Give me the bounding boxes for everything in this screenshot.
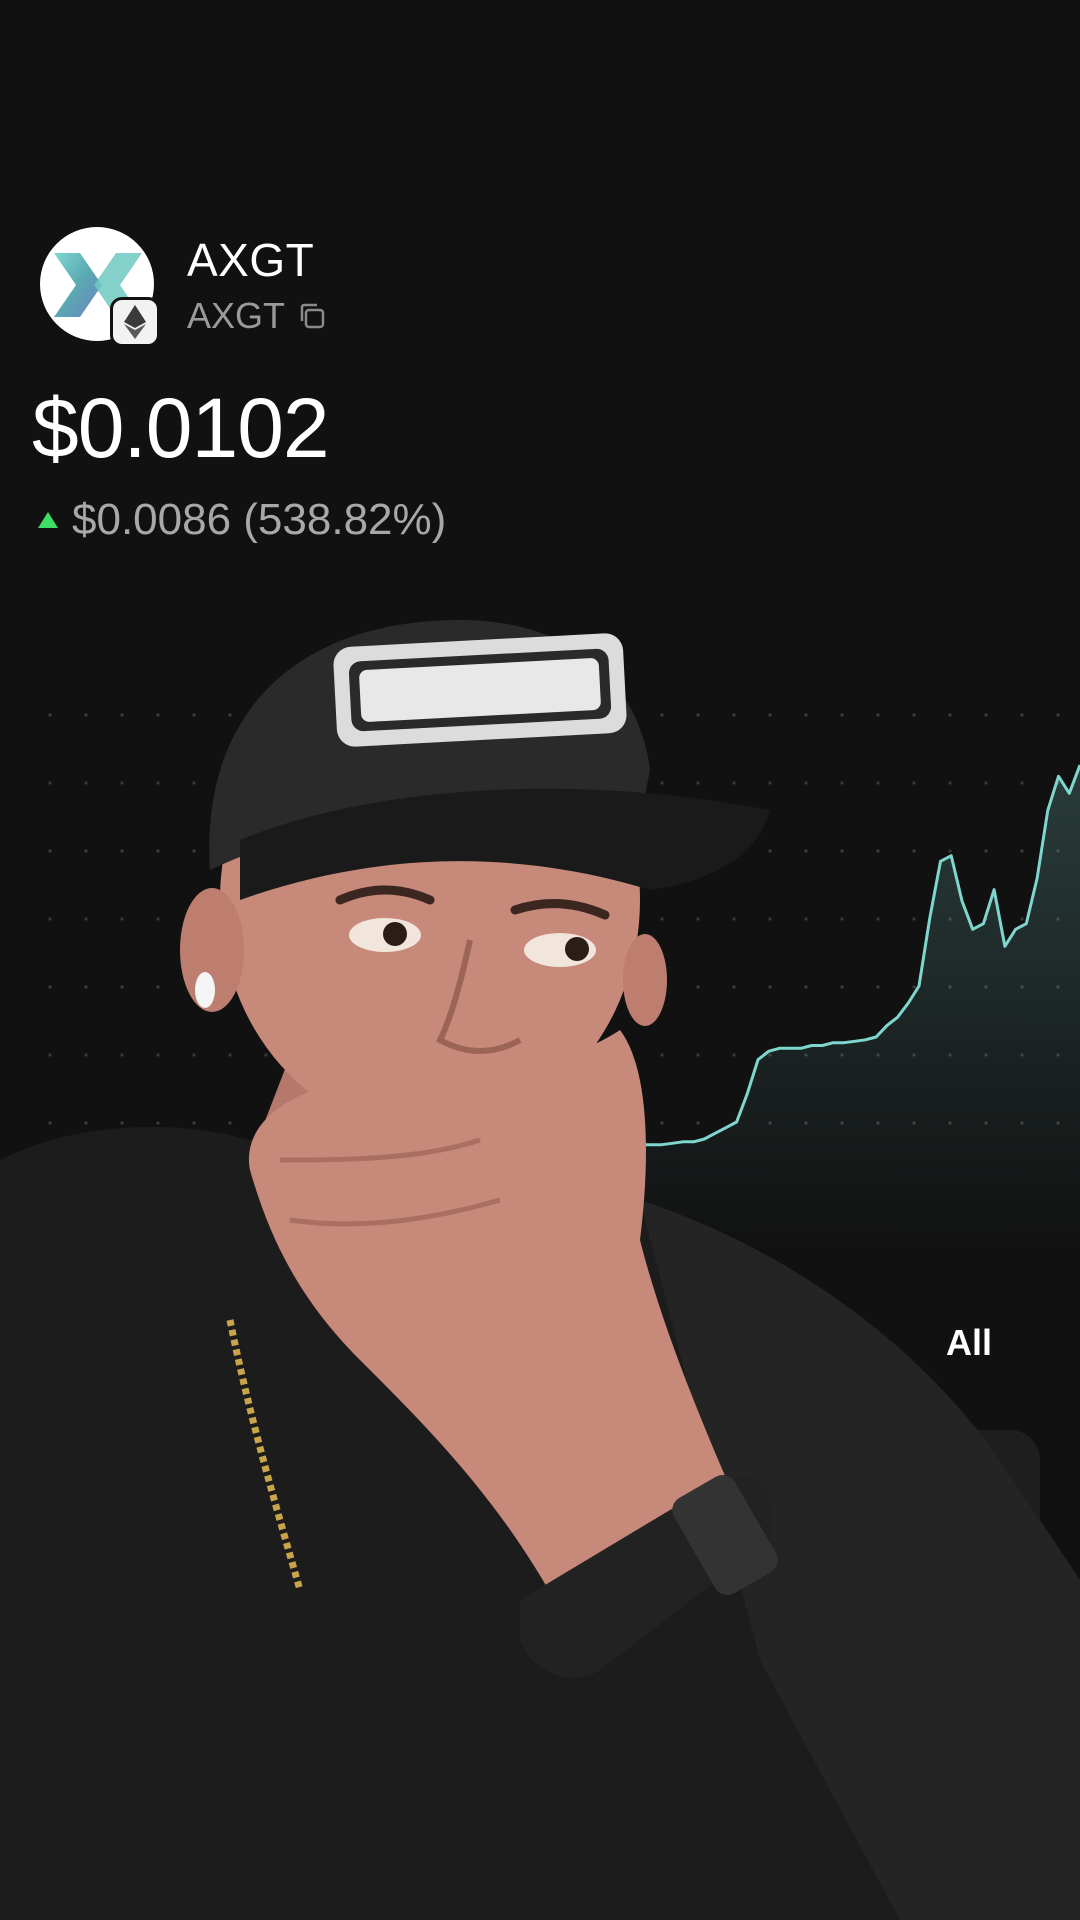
token-symbol: AXGT: [187, 295, 286, 336]
axgt-x-logo-icon: [40, 227, 160, 347]
price-change-row: $0.0086 (538.82%): [38, 495, 446, 545]
ethereum-icon: [110, 297, 160, 347]
token-symbol-row: AXGT: [187, 295, 327, 337]
token-name: AXGT: [187, 234, 315, 286]
price-change: $0.0086 (538.82%): [72, 495, 447, 544]
triangle-up-icon: [38, 512, 58, 528]
token-price: $0.0102: [32, 381, 330, 475]
copy-icon[interactable]: [297, 301, 327, 331]
presenter-photo: [0, 620, 1080, 1920]
token-header: AXGT AXGT: [40, 225, 640, 347]
